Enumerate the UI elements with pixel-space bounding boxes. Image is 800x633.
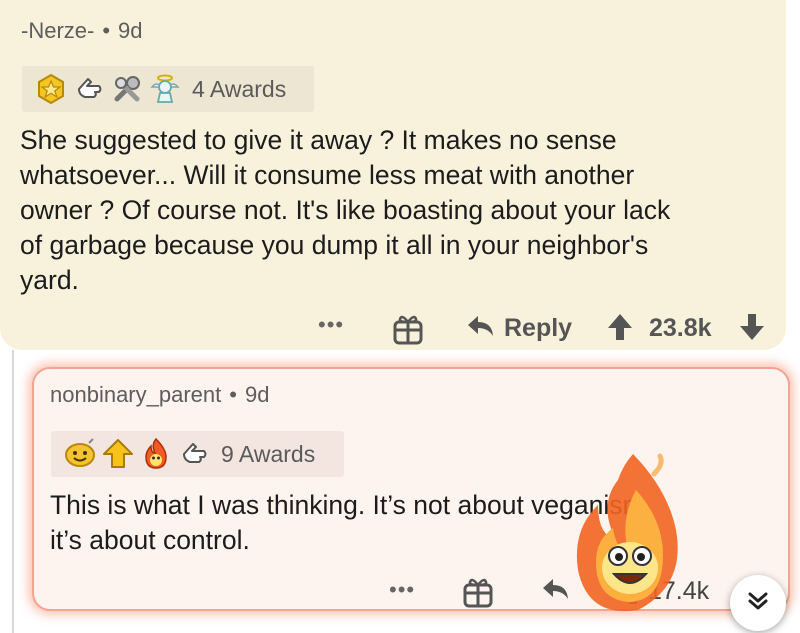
comment-body: She suggested to give it away ? It makes… bbox=[20, 123, 780, 298]
awards-bar[interactable]: 9 Awards bbox=[51, 431, 344, 477]
comment-body-line: it’s about control. bbox=[50, 525, 250, 555]
comment-card-1: -Nerze- • 9d 4 Awards She suggested to giv… bbox=[0, 0, 786, 350]
gift-icon bbox=[461, 575, 495, 614]
comment-body-line: owner ? Of course not. It's like boastin… bbox=[20, 195, 671, 225]
silver-hand-award-icon bbox=[72, 72, 106, 106]
comment-body: This is what I was thinking. It’s not ab… bbox=[50, 488, 770, 558]
comment-body-line: of garbage because you dump it all in yo… bbox=[20, 230, 649, 260]
gold-crown-award-icon bbox=[34, 72, 68, 106]
comment-author[interactable]: -Nerze- bbox=[21, 18, 94, 43]
awards-bar[interactable]: 4 Awards bbox=[22, 66, 314, 112]
gift-icon bbox=[391, 312, 425, 351]
more-options-button[interactable]: ••• bbox=[389, 577, 415, 603]
thread-line bbox=[12, 350, 14, 633]
reply-button[interactable]: Reply bbox=[466, 311, 572, 346]
comment-body-line: whatsoever... Will it consume less meat … bbox=[20, 160, 635, 190]
upvote-arrow-icon bbox=[606, 312, 634, 347]
awards-count: 4 Awards bbox=[192, 75, 287, 102]
upvote-arrow-icon bbox=[619, 576, 647, 611]
wholesome-award-icon bbox=[63, 437, 97, 471]
reply-arrow-icon bbox=[541, 574, 571, 609]
reply-button[interactable] bbox=[541, 574, 571, 609]
upvote-button[interactable] bbox=[606, 312, 634, 347]
score: 23.8k bbox=[649, 314, 712, 343]
angel-award-icon bbox=[148, 72, 182, 106]
comment-meta: nonbinary_parent • 9d bbox=[50, 382, 269, 408]
comment-body-line: She suggested to give it away ? It makes… bbox=[20, 125, 617, 155]
fire-award-icon bbox=[139, 437, 173, 471]
double-chevron-down-icon bbox=[745, 588, 771, 619]
awards-count: 9 Awards bbox=[221, 440, 316, 467]
give-award-button[interactable] bbox=[461, 575, 495, 614]
comment-body-line: This is what I was thinking. It’s not ab… bbox=[50, 490, 652, 520]
downvote-arrow-icon bbox=[738, 312, 766, 347]
score-value: 17.4k bbox=[648, 577, 710, 605]
comment-meta: -Nerze- • 9d bbox=[21, 18, 143, 44]
upvote-button[interactable] bbox=[619, 576, 647, 611]
reply-label: Reply bbox=[504, 314, 573, 342]
comment-age: 9d bbox=[244, 382, 270, 407]
give-award-button[interactable] bbox=[391, 312, 425, 351]
gold-upvote-award-icon bbox=[101, 437, 135, 471]
comment-body-line: yard. bbox=[20, 265, 79, 295]
comment-age: 9d bbox=[118, 18, 143, 43]
comment-author[interactable]: nonbinary_parent bbox=[50, 382, 221, 407]
score-value: 23.8k bbox=[649, 314, 712, 342]
wrench-award-icon bbox=[110, 72, 144, 106]
downvote-button[interactable] bbox=[738, 312, 766, 347]
meta-separator: • bbox=[229, 382, 237, 407]
meta-separator: • bbox=[102, 18, 111, 43]
scroll-down-button[interactable] bbox=[730, 575, 786, 631]
more-options-button[interactable]: ••• bbox=[318, 312, 344, 338]
score: 17.4k bbox=[648, 577, 709, 606]
silver-hand-award-icon bbox=[177, 437, 211, 471]
reply-arrow-icon bbox=[466, 311, 496, 346]
